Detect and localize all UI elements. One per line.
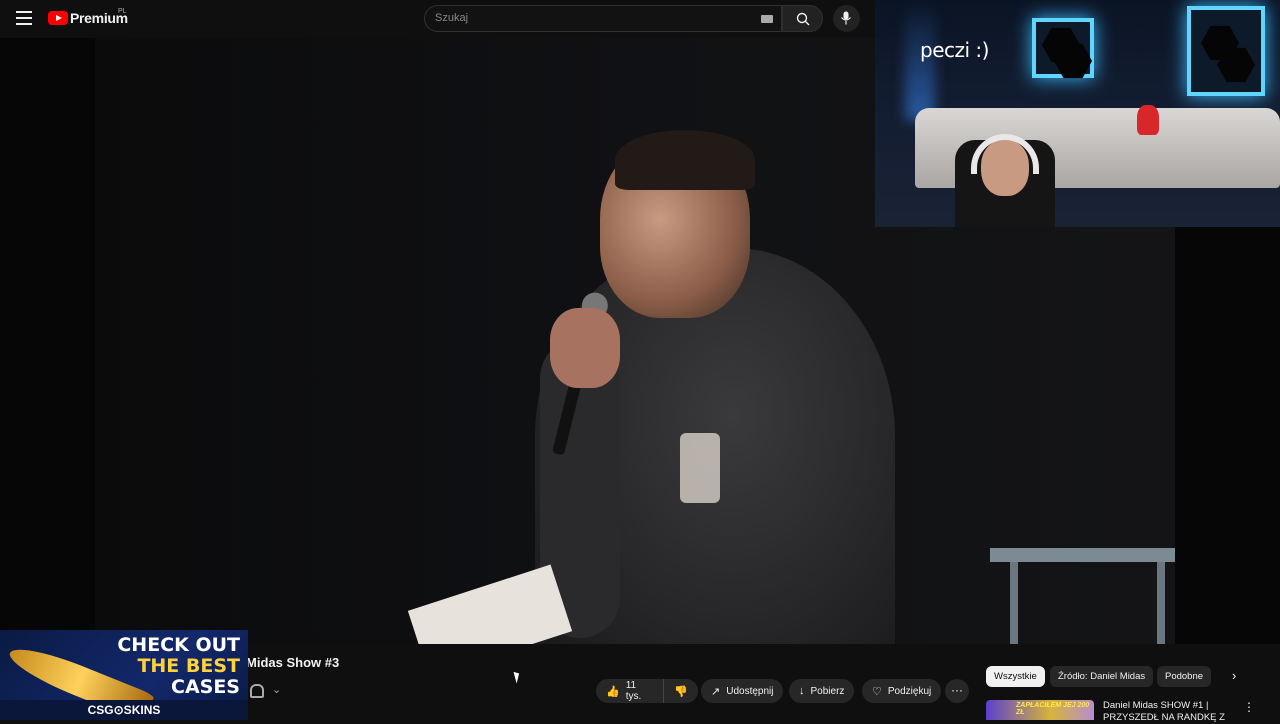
- search-icon: [796, 12, 810, 26]
- mic-icon: [841, 11, 851, 25]
- like-button[interactable]: 👍 11 tys.: [596, 679, 665, 703]
- keyboard-icon[interactable]: [761, 15, 773, 23]
- neon-panel-left: [1032, 18, 1094, 79]
- download-button[interactable]: ↓ Pobierz: [789, 679, 855, 703]
- recommendation-thumbnail[interactable]: ZAPŁACIŁEM JEJ 200 ZŁ: [986, 700, 1094, 720]
- share-icon: ↗: [711, 685, 721, 698]
- thanks-icon: ♡: [872, 685, 882, 698]
- thumbs-up-icon: 👍: [606, 685, 620, 698]
- speaker-hair: [615, 130, 755, 190]
- webcam-caption: peczi :): [920, 38, 989, 62]
- search-box[interactable]: Szukaj: [424, 5, 782, 32]
- like-dislike-group: 👍 11 tys. 👎: [596, 679, 698, 703]
- chip-related[interactable]: Podobne: [1157, 666, 1212, 687]
- search-button[interactable]: [782, 5, 823, 32]
- ad-line-2: THE BEST: [137, 655, 240, 677]
- dislike-button[interactable]: 👎: [664, 679, 698, 703]
- logo-region: PL: [118, 8, 127, 15]
- youtube-play-icon: [48, 11, 68, 25]
- mario-figure: [1137, 105, 1159, 135]
- recommendation-title[interactable]: Daniel Midas SHOW #1 | PRZYSZEDŁ NA RAND…: [1103, 700, 1233, 724]
- webcam-overlay: peczi :): [875, 0, 1280, 227]
- more-actions-button[interactable]: ···: [945, 679, 969, 703]
- thanks-button[interactable]: ♡ Podziękuj: [862, 679, 942, 703]
- neon-panel-right: [1187, 6, 1265, 96]
- speaker-hand: [550, 308, 620, 388]
- paper-sheet: [407, 564, 573, 644]
- chip-source[interactable]: Źródło: Daniel Midas: [1050, 666, 1154, 687]
- youtube-premium-logo[interactable]: Premium: [48, 10, 128, 26]
- stage-table: [990, 548, 1175, 644]
- thumbs-down-icon: 👎: [674, 685, 688, 698]
- sponsor-ad-overlay[interactable]: CHECK OUT THE BEST CASES CSG⊙SKINS: [0, 630, 248, 720]
- share-label: Udostępnij: [726, 685, 774, 697]
- download-icon: ↓: [799, 685, 805, 697]
- thanks-label: Podziękuj: [887, 685, 932, 697]
- hoodie-print: [680, 433, 720, 503]
- video-title: Midas Show #3: [246, 655, 340, 670]
- chevron-down-icon[interactable]: ⌄: [272, 683, 281, 696]
- download-label: Pobierz: [810, 685, 845, 697]
- kebab-menu-icon[interactable]: ⋮: [1243, 700, 1255, 714]
- chevron-right-icon[interactable]: ›: [1232, 668, 1236, 683]
- search-input[interactable]: Szukaj: [435, 12, 468, 24]
- ad-line-1: CHECK OUT: [117, 634, 240, 656]
- streamer: [955, 130, 1055, 227]
- chip-all[interactable]: Wszystkie: [986, 666, 1045, 687]
- bell-icon[interactable]: [250, 684, 264, 698]
- like-count: 11 tys.: [625, 680, 642, 702]
- thumbnail-text: ZAPŁACIŁEM JEJ 200 ZŁ: [1016, 702, 1090, 716]
- menu-icon[interactable]: [16, 11, 32, 25]
- ad-brand: CSG⊙SKINS: [0, 700, 248, 720]
- ad-line-3: CASES: [171, 676, 240, 698]
- share-button[interactable]: ↗ Udostępnij: [701, 679, 784, 703]
- voice-search-button[interactable]: [833, 5, 860, 32]
